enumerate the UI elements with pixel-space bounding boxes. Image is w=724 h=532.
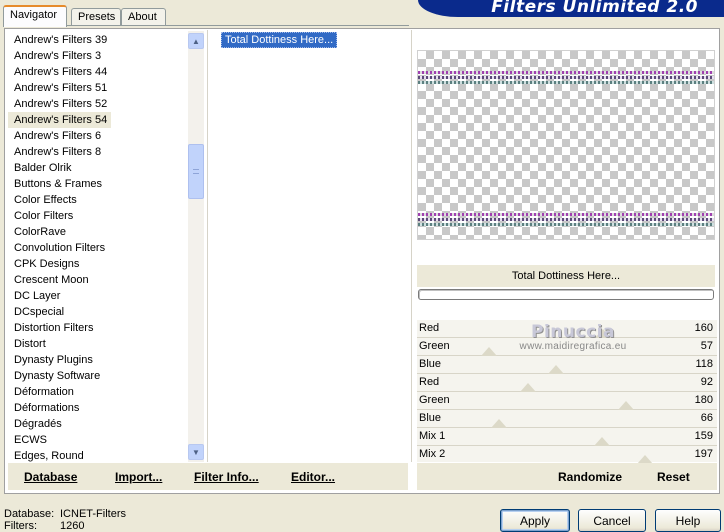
slider-value: 180 (694, 394, 713, 406)
slider-thumb[interactable] (520, 383, 536, 392)
slider-value: 197 (694, 448, 713, 460)
category-item[interactable]: Distortion Filters (8, 320, 188, 336)
right-toolbar: Randomize Reset (417, 463, 717, 490)
filter-list[interactable]: Total Dottiness Here... (212, 30, 408, 462)
slider-row: Mix 1 159 (417, 428, 717, 446)
cancel-button[interactable]: Cancel (578, 509, 646, 532)
preview-dot-stripe-top (418, 69, 714, 85)
category-item[interactable]: Color Effects (8, 192, 188, 208)
apply-button[interactable]: Apply (500, 509, 570, 532)
category-item[interactable]: Color Filters (8, 208, 188, 224)
preview-filter-name: Total Dottiness Here... (417, 265, 715, 287)
app-title: Filters Unlimited 2.0 (491, 0, 698, 17)
category-item[interactable]: Déformations (8, 400, 188, 416)
slider-label: Green (419, 340, 450, 352)
slider-label: Blue (419, 358, 442, 370)
slider-row: Green 57 (417, 338, 717, 356)
slider-thumb[interactable] (491, 419, 507, 428)
category-scrollbar[interactable]: ▲ ▼ (188, 31, 204, 462)
parameter-sliders: Red 160 Green 57 Blue 118 Red 92 Green 180 Blue 66 M… (417, 320, 717, 464)
slider-value: 118 (695, 358, 713, 370)
tab-about[interactable]: About (121, 8, 166, 26)
scroll-thumb[interactable] (188, 144, 204, 199)
category-item[interactable]: Andrew's Filters 44 (8, 64, 188, 80)
slider-value: 57 (700, 340, 713, 352)
category-item[interactable]: Crescent Moon (8, 272, 188, 288)
slider-label: Mix 2 (419, 448, 446, 460)
progress-bar (418, 289, 714, 300)
slider-thumb[interactable] (548, 365, 564, 374)
status-database-label: Database: (4, 508, 55, 520)
category-item[interactable]: Dynasty Software (8, 368, 188, 384)
import-button[interactable]: Import... (115, 470, 162, 484)
left-toolbar: Database Import... Filter Info... Editor… (8, 463, 408, 490)
help-button[interactable]: Help (655, 509, 721, 532)
slider-value: 92 (700, 376, 713, 388)
slider-row: Green 180 (417, 392, 717, 410)
list-divider (207, 30, 208, 462)
category-item[interactable]: Andrew's Filters 52 (8, 96, 188, 112)
category-item[interactable]: Dynasty Plugins (8, 352, 188, 368)
category-item[interactable]: Distort (8, 336, 188, 352)
randomize-button[interactable]: Randomize (558, 470, 622, 484)
category-item[interactable]: Andrew's Filters 6 (8, 128, 188, 144)
slider-value: 160 (694, 322, 713, 334)
category-item[interactable]: ECWS (8, 432, 188, 448)
grip-icon (193, 169, 199, 174)
tab-navigator[interactable]: Navigator (3, 5, 67, 27)
panel-divider (411, 30, 412, 462)
category-item[interactable]: Déformation (8, 384, 188, 400)
slider-row: Blue 118 (417, 356, 717, 374)
chevron-up-icon: ▲ (192, 36, 200, 46)
filter-item-selected[interactable]: Total Dottiness Here... (221, 32, 338, 48)
scroll-down-button[interactable]: ▼ (188, 444, 204, 460)
database-button[interactable]: Database (24, 470, 77, 484)
status-filters-label: Filters: (4, 520, 37, 532)
category-item[interactable]: Andrew's Filters 39 (8, 32, 188, 48)
slider-row: Red 92 (417, 374, 717, 392)
slider-value: 66 (700, 412, 713, 424)
slider-label: Mix 1 (419, 430, 446, 442)
category-item[interactable]: ColorRave (8, 224, 188, 240)
preview-bottom-area (417, 240, 715, 265)
slider-value: 159 (694, 430, 713, 442)
slider-thumb[interactable] (595, 329, 611, 338)
scroll-up-button[interactable]: ▲ (188, 33, 204, 49)
status-filters-value: 1260 (60, 520, 85, 532)
slider-row: Blue 66 (417, 410, 717, 428)
category-item[interactable]: DC Layer (8, 288, 188, 304)
slider-label: Blue (419, 412, 442, 424)
preview-dot-stripe-bottom (418, 211, 714, 227)
slider-label: Red (419, 322, 440, 334)
status-database-value: ICNET-Filters (60, 508, 126, 520)
filter-info-button[interactable]: Filter Info... (194, 470, 259, 484)
category-item[interactable]: Buttons & Frames (8, 176, 188, 192)
slider-row: Red 160 (417, 320, 717, 338)
slider-thumb[interactable] (481, 347, 497, 356)
category-item[interactable]: Dégradés (8, 416, 188, 432)
preview-image (417, 50, 715, 240)
category-list[interactable]: Andrew's Filters 39 Andrew's Filters 3 And… (8, 30, 188, 462)
category-item[interactable]: CPK Designs (8, 256, 188, 272)
category-item[interactable]: DCspecial (8, 304, 188, 320)
category-item[interactable]: Andrew's Filters 8 (8, 144, 188, 160)
reset-button[interactable]: Reset (657, 470, 690, 484)
category-item[interactable]: Convolution Filters (8, 240, 188, 256)
status-filters: Filters: 1260 (4, 520, 84, 532)
title-banner: Filters Unlimited 2.0 (418, 0, 724, 17)
chevron-down-icon: ▼ (192, 447, 200, 457)
category-item[interactable]: Andrew's Filters 51 (8, 80, 188, 96)
tab-presets[interactable]: Presets (71, 8, 121, 26)
slider-label: Green (419, 394, 450, 406)
slider-thumb[interactable] (618, 401, 634, 410)
slider-label: Red (419, 376, 440, 388)
editor-button[interactable]: Editor... (291, 470, 335, 484)
category-item[interactable]: Andrew's Filters 54 (8, 112, 112, 128)
status-database: Database: ICNET-Filters (4, 508, 126, 520)
category-item[interactable]: Andrew's Filters 3 (8, 48, 188, 64)
slider-row: Mix 2 197 (417, 446, 717, 464)
category-item[interactable]: Edges, Round (8, 448, 188, 462)
category-item[interactable]: Balder Olrik (8, 160, 188, 176)
slider-thumb[interactable] (594, 437, 610, 446)
